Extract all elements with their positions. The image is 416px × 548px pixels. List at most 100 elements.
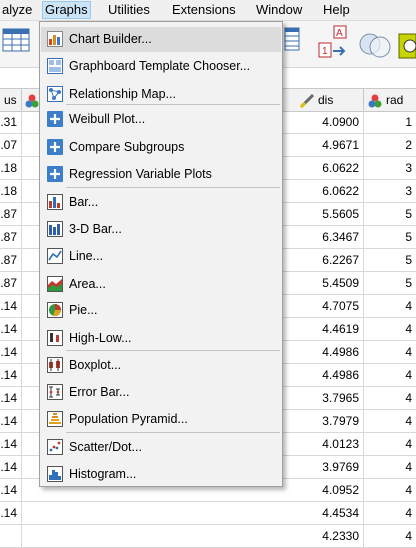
menu-extensions[interactable]: Extensions (170, 2, 238, 18)
menu-item-error-bar[interactable]: Error Bar... (41, 380, 281, 405)
table-cell[interactable]: 4.4986 (284, 364, 364, 386)
table-cell[interactable] (0, 525, 22, 547)
table-cell[interactable]: 3 (364, 180, 416, 202)
table-cell[interactable]: .14 (0, 456, 22, 478)
plus-icon (47, 139, 63, 155)
menu-item-area[interactable]: Area... (41, 272, 281, 297)
table-cell[interactable]: 4 (364, 502, 416, 524)
table-cell[interactable]: 6.3467 (284, 226, 364, 248)
table-cell[interactable]: .14 (0, 410, 22, 432)
table-cell[interactable]: 4.4986 (284, 341, 364, 363)
menu-item-label: High-Low... (69, 331, 132, 345)
menu-window[interactable]: Window (254, 2, 304, 18)
table-cell[interactable]: 4 (364, 387, 416, 409)
column-header-left[interactable]: us (0, 89, 22, 111)
table-cell[interactable]: 3.7965 (284, 387, 364, 409)
table-cell[interactable]: 4 (364, 456, 416, 478)
column-header-rad[interactable]: rad (364, 89, 416, 111)
menu-item-3-d-bar[interactable]: 3-D Bar... (41, 217, 281, 242)
menu-item-chart-builder[interactable]: Chart Builder... (41, 27, 281, 52)
table-cell[interactable]: 4 (364, 295, 416, 317)
table-cell[interactable]: 4.4619 (284, 318, 364, 340)
table-cell[interactable]: 5.5605 (284, 203, 364, 225)
menu-item-pie[interactable]: Pie... (41, 298, 281, 323)
menu-item-label: Line... (69, 249, 104, 263)
sets-icon[interactable] (358, 31, 392, 59)
table-cell[interactable]: 6.2267 (284, 249, 364, 271)
relationship-map-icon (47, 86, 63, 102)
table-cell[interactable]: 3.9769 (284, 456, 364, 478)
table-cell[interactable]: 4 (364, 364, 416, 386)
table-cell[interactable]: 3.7979 (284, 410, 364, 432)
table-cell[interactable]: .14 (0, 295, 22, 317)
pie-chart-icon (47, 302, 63, 318)
table-cell[interactable]: 5.4509 (284, 272, 364, 294)
column-header-label: rad (386, 93, 404, 107)
table-cell[interactable]: 5 (364, 249, 416, 271)
table-cell[interactable]: 4 (364, 341, 416, 363)
table-cell[interactable]: 4 (364, 479, 416, 501)
split-file-icon[interactable] (284, 27, 300, 51)
table-cell[interactable]: 4.4534 (284, 502, 364, 524)
table-cell[interactable]: 3 (364, 157, 416, 179)
menu-item-weibull-plot[interactable]: Weibull Plot... (41, 107, 281, 132)
table-cell[interactable]: .87 (0, 249, 22, 271)
table-cell[interactable]: 4.0900 (284, 111, 364, 133)
table-row: .14 4.4534 4 (0, 502, 416, 525)
menu-item-bar[interactable]: Bar... (41, 190, 281, 215)
menu-item-line[interactable]: Line... (41, 244, 281, 269)
menu-item-graphboard-template-chooser[interactable]: Graphboard Template Chooser... (41, 54, 281, 79)
table-cell[interactable]: .18 (0, 157, 22, 179)
menu-help[interactable]: Help (321, 2, 352, 18)
table-cell[interactable]: 4 (364, 525, 416, 547)
table-cell[interactable]: .14 (0, 479, 22, 501)
column-header-icon-cell[interactable] (22, 89, 40, 111)
menu-item-boxplot[interactable]: Boxplot... (41, 353, 281, 378)
table-cell[interactable]: 4 (364, 410, 416, 432)
table-cell[interactable]: 2 (364, 134, 416, 156)
table-cell[interactable]: .07 (0, 134, 22, 156)
table-cell[interactable]: .14 (0, 318, 22, 340)
column-header-dis[interactable]: dis (284, 89, 364, 111)
graphs-menu: Chart Builder... Graphboard Template Choo… (39, 21, 283, 487)
menu-analyze[interactable]: alyze (0, 2, 34, 18)
menu-item-regression-variable-plots[interactable]: Regression Variable Plots (41, 162, 281, 187)
menu-separator (66, 104, 280, 105)
table-cell[interactable]: 4.9671 (284, 134, 364, 156)
table-cell[interactable]: 4.2330 (284, 525, 364, 547)
table-cell[interactable]: 4 (364, 433, 416, 455)
menu-item-compare-subgroups[interactable]: Compare Subgroups (41, 135, 281, 160)
table-cell[interactable]: 5 (364, 203, 416, 225)
scale-measure-icon (299, 93, 315, 109)
menu-item-label: Pie... (69, 303, 98, 317)
table-grid-icon[interactable] (2, 27, 30, 53)
table-cell[interactable]: .14 (0, 341, 22, 363)
menu-item-histogram[interactable]: Histogram... (41, 462, 281, 487)
table-cell[interactable]: 4.7075 (284, 295, 364, 317)
table-cell[interactable]: 4.0123 (284, 433, 364, 455)
menu-item-high-low[interactable]: High-Low... (41, 326, 281, 351)
table-cell[interactable]: 5 (364, 226, 416, 248)
table-cell[interactable]: .14 (0, 387, 22, 409)
table-cell[interactable]: .14 (0, 502, 22, 524)
table-cell[interactable]: .18 (0, 180, 22, 202)
table-cell[interactable]: 1 (364, 111, 416, 133)
table-cell[interactable]: 5 (364, 272, 416, 294)
table-cell[interactable]: .31 (0, 111, 22, 133)
table-cell[interactable]: .87 (0, 272, 22, 294)
value-labels-icon[interactable]: A 1 (318, 25, 350, 61)
bar-chart-icon (47, 194, 63, 210)
custom-dialog-icon[interactable] (398, 33, 416, 59)
table-cell[interactable]: 4 (364, 318, 416, 340)
table-cell[interactable]: 6.0622 (284, 157, 364, 179)
table-cell[interactable]: .14 (0, 433, 22, 455)
menu-item-scatter-dot[interactable]: Scatter/Dot... (41, 435, 281, 460)
table-cell[interactable]: .87 (0, 226, 22, 248)
table-cell[interactable]: 4.0952 (284, 479, 364, 501)
menu-item-population-pyramid[interactable]: Population Pyramid... (41, 407, 281, 432)
table-cell[interactable]: .87 (0, 203, 22, 225)
menu-utilities[interactable]: Utilities (106, 2, 152, 18)
table-cell[interactable]: .14 (0, 364, 22, 386)
table-cell[interactable]: 6.0622 (284, 180, 364, 202)
menu-graphs[interactable]: Graphs (42, 1, 91, 19)
